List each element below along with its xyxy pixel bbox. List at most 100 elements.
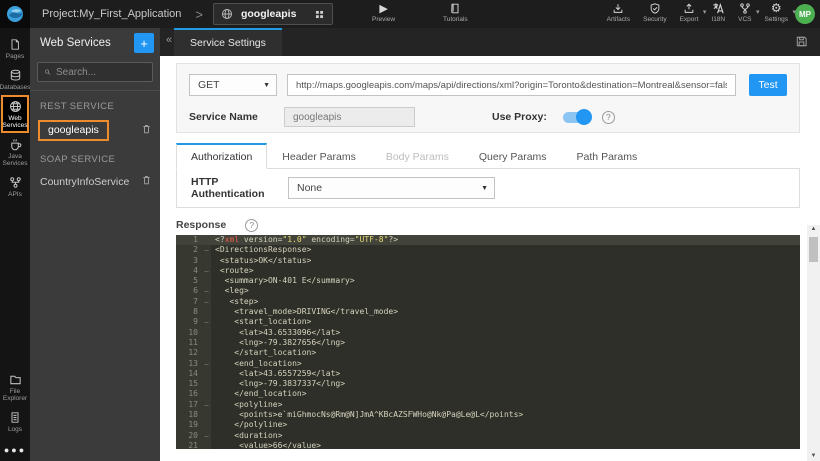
web-services-panel: Web Services + REST SERVICE googleapis S… <box>30 28 160 461</box>
tab-query-params[interactable]: Query Params <box>464 143 562 169</box>
preview-button[interactable]: ▶ Preview <box>372 2 395 23</box>
fold-marker-icon[interactable]: ‒ <box>202 430 211 441</box>
scrollbar-thumb[interactable] <box>809 237 818 262</box>
service-name-input[interactable] <box>284 107 415 127</box>
security-button[interactable]: Security <box>643 2 667 23</box>
toggle-knob <box>575 109 592 125</box>
code-text: <step> <box>215 296 259 306</box>
code-text: <start_location> <box>215 317 312 327</box>
tab-path-params[interactable]: Path Params <box>562 143 653 169</box>
export-button[interactable]: Export ▾ <box>680 2 706 23</box>
log-file-icon <box>11 412 19 423</box>
service-item-googleapis[interactable]: googleapis <box>30 117 160 144</box>
line-number: 8 <box>176 307 202 318</box>
fold-marker-icon[interactable]: ‒ <box>202 265 211 277</box>
fold-marker-icon[interactable]: ‒ <box>202 245 211 256</box>
code-line: 13 ‒ <end_location> <box>176 358 800 369</box>
section-label-rest: REST SERVICE <box>40 101 115 112</box>
vertical-scrollbar[interactable]: ▲ ▼ <box>807 225 820 461</box>
sidebar-item-pages[interactable]: Pages <box>0 33 30 64</box>
user-avatar[interactable]: MP <box>795 4 815 24</box>
scroll-down-arrow[interactable]: ▼ <box>807 453 820 459</box>
artifacts-button[interactable]: Artifacts <box>607 2 630 23</box>
http-auth-select[interactable]: None ▼ <box>288 177 495 199</box>
params-tab-bar: Authorization Header Params Body Params … <box>176 143 800 169</box>
line-number: 10 <box>176 327 202 338</box>
use-proxy-toggle[interactable] <box>562 109 592 125</box>
help-icon[interactable]: ? <box>601 110 615 124</box>
sidebar-item-databases[interactable]: Databases <box>0 64 31 95</box>
code-line: 3 <status>OK</status> <box>176 255 800 266</box>
fold-marker-icon[interactable]: ‒ <box>202 286 211 297</box>
code-text: <value>66</value> <box>215 440 321 449</box>
search-box[interactable] <box>37 62 153 82</box>
sidebar-item-apis[interactable]: APIs <box>0 171 30 202</box>
scroll-up-arrow[interactable]: ▲ <box>807 226 820 232</box>
caret-down-icon: ▼ <box>481 185 488 192</box>
tab-authorization[interactable]: Authorization <box>176 143 268 169</box>
fold-gutter <box>202 327 211 338</box>
save-icon[interactable] <box>795 35 808 53</box>
http-auth-label: HTTP Authentication <box>191 176 265 200</box>
fold-gutter <box>202 368 211 380</box>
settings-button[interactable]: ⚙ Settings ▾ <box>765 2 797 24</box>
line-number: 16 <box>176 389 202 400</box>
help-icon[interactable]: ? <box>245 218 259 232</box>
code-editor[interactable]: 1 <?xml version="1.0" encoding="UTF-8"?> 2… <box>176 235 800 449</box>
caret-down-icon: ▾ <box>755 9 760 16</box>
vcs-button[interactable]: VCS ▾ <box>738 2 760 23</box>
add-service-button[interactable]: + <box>134 33 154 53</box>
delete-service-icon[interactable] <box>141 173 152 191</box>
sidebar-item-java-services[interactable]: Java Services <box>0 133 30 171</box>
fold-gutter <box>202 440 211 449</box>
line-number: 4 <box>176 265 202 277</box>
delete-service-icon[interactable] <box>141 122 152 140</box>
service-selector[interactable]: googleapis <box>212 3 333 25</box>
grid-icon[interactable] <box>314 9 325 20</box>
code-line: 12 </start_location> <box>176 348 800 359</box>
fold-gutter <box>202 348 211 359</box>
service-settings-content: GET ▼ Test Service Name Use Proxy: ? Aut… <box>160 56 820 461</box>
sidebar-item-logs[interactable]: Logs <box>0 406 30 437</box>
panel-header: Web Services + <box>30 28 160 58</box>
fold-marker-icon[interactable]: ‒ <box>202 399 211 411</box>
api-connector-icon <box>9 177 21 188</box>
search-input[interactable] <box>56 66 146 78</box>
sidebar-item-file-explorer[interactable]: File Explorer <box>0 368 30 406</box>
tab-header-params[interactable]: Header Params <box>267 143 371 169</box>
coffee-cup-icon <box>10 139 21 151</box>
i18n-icon <box>712 2 725 15</box>
code-text: </start_location> <box>215 348 317 358</box>
code-text: <duration> <box>215 430 283 440</box>
i18n-button[interactable]: I18N <box>711 2 725 23</box>
test-button[interactable]: Test <box>749 74 787 96</box>
globe-icon <box>9 101 21 112</box>
service-item-countryinfoservice[interactable]: CountryInfoService <box>30 170 160 194</box>
code-text: <points>e`miGhmocNs@Rm@N]JmA^KBcAZSFWHo@… <box>215 410 524 420</box>
panel-title: Web Services <box>40 37 111 49</box>
code-line: 11 <lng>-79.3827656</lng> <box>176 337 800 349</box>
code-line: 21 <value>66</value> <box>176 440 800 449</box>
more-options-ellipsis-icon[interactable]: ●●● <box>4 437 26 461</box>
code-text: <lng>-79.3837337</lng> <box>215 379 346 389</box>
search-container <box>30 58 160 91</box>
tab-service-settings[interactable]: Service Settings <box>174 28 282 56</box>
page-icon <box>11 39 19 50</box>
line-number: 15 <box>176 379 202 390</box>
request-url-input[interactable] <box>287 74 736 96</box>
fold-marker-icon[interactable]: ‒ <box>202 358 211 369</box>
artifacts-download-icon <box>612 2 624 15</box>
fold-gutter <box>202 420 211 431</box>
code-line: 17 ‒ <polyline> <box>176 399 800 411</box>
http-method-select[interactable]: GET ▼ <box>189 74 277 96</box>
fold-marker-icon[interactable]: ‒ <box>202 296 211 308</box>
sidebar-item-web-services[interactable]: Web Services <box>1 95 29 133</box>
tab-body-params[interactable]: Body Params <box>371 143 464 169</box>
fold-gutter <box>202 410 211 421</box>
code-text: <DirectionsResponse> <box>215 245 312 255</box>
book-icon <box>449 2 461 15</box>
tutorials-button[interactable]: Tutorials <box>443 2 468 23</box>
fold-gutter <box>202 255 211 266</box>
fold-marker-icon[interactable]: ‒ <box>202 317 211 328</box>
app-logo[interactable] <box>0 0 30 28</box>
